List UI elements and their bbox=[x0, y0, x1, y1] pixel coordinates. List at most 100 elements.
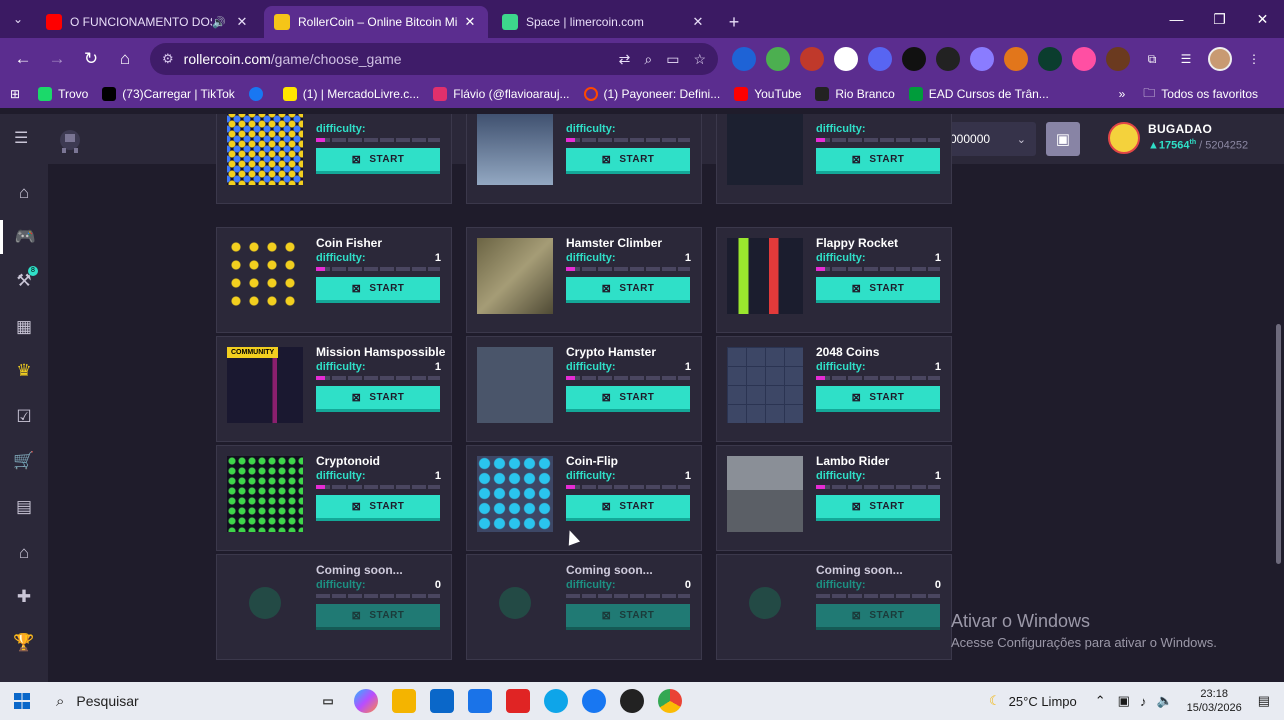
rollercoin-logo[interactable] bbox=[56, 124, 84, 154]
bookmark-item[interactable]: (73)Carregar | TikTok bbox=[102, 87, 235, 101]
mic-icon[interactable]: ♪ bbox=[1140, 694, 1147, 709]
chart-extension-icon[interactable] bbox=[766, 47, 790, 71]
puzzle-extensions-icon[interactable]: ⧉ bbox=[1140, 47, 1164, 71]
restore-button[interactable]: ❐ bbox=[1198, 0, 1241, 38]
bookmark-item[interactable]: EAD Cursos de Trân... bbox=[908, 87, 1049, 101]
game-thumbnail[interactable] bbox=[227, 238, 303, 314]
taskbar-search[interactable]: ⌕ Pesquisar bbox=[44, 686, 294, 716]
start-button[interactable]: ⊠ START bbox=[566, 495, 690, 521]
trophy-icon[interactable]: 🏆 bbox=[0, 626, 48, 660]
crown-icon[interactable]: ♛ bbox=[0, 354, 48, 388]
close-window-button[interactable]: ✕ bbox=[1241, 0, 1284, 38]
reading-list-icon[interactable]: ☰ bbox=[1174, 47, 1198, 71]
site-info-icon[interactable]: ⚙ bbox=[162, 51, 174, 67]
store-icon[interactable] bbox=[430, 689, 454, 713]
bookmark-item[interactable]: Flávio (@flavioarauj... bbox=[433, 87, 570, 101]
a-extension-icon[interactable] bbox=[902, 47, 926, 71]
bookmark-item[interactable]: (1) | MercadoLivre.c... bbox=[282, 87, 419, 101]
gamepad-icon[interactable]: 🎮 bbox=[0, 220, 48, 254]
close-tab-icon[interactable]: ✕ bbox=[462, 14, 478, 30]
game-thumbnail[interactable] bbox=[477, 565, 553, 641]
start-button[interactable]: ⊠ START bbox=[566, 277, 690, 303]
metamask-extension-icon[interactable] bbox=[800, 47, 824, 71]
close-tab-icon[interactable]: ✕ bbox=[234, 14, 250, 30]
storage-icon[interactable]: ▤ bbox=[0, 490, 48, 524]
menu-dots-icon[interactable]: ⋮ bbox=[1242, 47, 1266, 71]
game-thumbnail[interactable] bbox=[477, 456, 553, 532]
game-thumbnail[interactable] bbox=[477, 114, 553, 185]
translate-icon[interactable]: ⇄ bbox=[619, 51, 631, 68]
bookmark-item[interactable]: Trovo bbox=[38, 87, 88, 101]
forward-button[interactable]: → bbox=[40, 42, 74, 76]
start-button[interactable]: ⊠ START bbox=[816, 604, 940, 630]
tab-limercoin[interactable]: Space | limercoin.com ✕ bbox=[492, 6, 716, 38]
new-tab-button[interactable]: + bbox=[720, 6, 748, 38]
bookmark-item[interactable]: YouTube bbox=[734, 87, 801, 101]
shield-extension-icon[interactable] bbox=[732, 47, 756, 71]
bank-icon[interactable]: ⌂ bbox=[0, 536, 48, 570]
tab-video[interactable]: O FUNCIONAMENTO DOS T 🔊 ✕ bbox=[36, 6, 260, 38]
edge-icon[interactable] bbox=[544, 689, 568, 713]
back-button[interactable]: ← bbox=[6, 42, 40, 76]
bookmark-item[interactable] bbox=[248, 87, 269, 101]
miner-icon[interactable]: ⚒ 8 bbox=[0, 264, 48, 298]
game-thumbnail[interactable] bbox=[227, 456, 303, 532]
start-button[interactable]: ⊠ START bbox=[566, 148, 690, 174]
game-thumbnail[interactable] bbox=[727, 456, 803, 532]
username[interactable]: BUGADAO bbox=[1148, 122, 1212, 136]
weather-text[interactable]: 25°C Limpo bbox=[1009, 694, 1077, 709]
zoom-icon[interactable]: ⌕ bbox=[644, 51, 652, 68]
start-button[interactable] bbox=[0, 682, 44, 720]
diamond-extension-icon[interactable] bbox=[868, 47, 892, 71]
all-bookmarks-folder[interactable]: 🗀 Todos os favoritos bbox=[1143, 84, 1258, 105]
game-thumbnail[interactable] bbox=[227, 565, 303, 641]
game-thumbnail[interactable] bbox=[227, 114, 303, 185]
network-icon[interactable]: ▣ bbox=[1118, 693, 1130, 709]
photo-extension-icon[interactable] bbox=[1072, 47, 1096, 71]
user-avatar[interactable] bbox=[1108, 122, 1140, 154]
start-button[interactable]: ⊠ START bbox=[816, 277, 940, 303]
game-thumbnail[interactable] bbox=[477, 238, 553, 314]
bookmark-star-icon[interactable]: ☆ bbox=[693, 51, 706, 68]
game-thumbnail[interactable]: COMMUNITY bbox=[227, 347, 303, 423]
collapse-menu-icon[interactable]: ☰ bbox=[14, 128, 28, 148]
more-bookmarks-icon[interactable]: » bbox=[1119, 87, 1126, 101]
face-extension-icon[interactable] bbox=[834, 47, 858, 71]
tasks-icon[interactable]: ☑ bbox=[0, 400, 48, 434]
start-button[interactable]: ⊠ START bbox=[316, 604, 440, 630]
fox-extension-icon[interactable] bbox=[1004, 47, 1028, 71]
cloud-extension-icon[interactable] bbox=[970, 47, 994, 71]
outlook-icon[interactable] bbox=[468, 689, 492, 713]
copilot-icon[interactable] bbox=[354, 689, 378, 713]
reload-button[interactable]: ↻ bbox=[74, 42, 108, 76]
facebook-icon[interactable] bbox=[582, 689, 606, 713]
profile-avatar[interactable] bbox=[1208, 47, 1232, 71]
chevron-up-icon[interactable]: ⌃ bbox=[1095, 693, 1106, 709]
address-bar[interactable]: ⚙ rollercoin.com/game/choose_game ⇄ ⌕ ▭ … bbox=[150, 43, 718, 75]
gift-icon[interactable]: ✚ bbox=[0, 580, 48, 614]
wallet-button[interactable]: ▣ bbox=[1046, 122, 1080, 156]
file-explorer-icon[interactable] bbox=[392, 689, 416, 713]
start-button[interactable]: ⊠ START bbox=[316, 277, 440, 303]
page-scrollbar[interactable] bbox=[1276, 324, 1281, 564]
cart-icon[interactable]: 🛒 bbox=[0, 444, 48, 478]
terminal-extension-icon[interactable] bbox=[1038, 47, 1062, 71]
bookmark-item[interactable]: Rio Branco bbox=[815, 87, 895, 101]
game-thumbnail[interactable] bbox=[727, 565, 803, 641]
stack-extension-icon[interactable] bbox=[936, 47, 960, 71]
start-button[interactable]: ⊠ START bbox=[316, 386, 440, 412]
tab-search-icon[interactable]: ⌄ bbox=[0, 0, 36, 38]
home-icon[interactable]: ⌂ bbox=[0, 176, 48, 210]
start-button[interactable]: ⊠ START bbox=[316, 495, 440, 521]
task-view-icon[interactable]: ▭ bbox=[316, 689, 340, 713]
bookmark-item[interactable]: (1) Payoneer: Defini... bbox=[583, 87, 720, 101]
game-thumbnail[interactable] bbox=[727, 238, 803, 314]
clock[interactable]: 23:18 15/03/2026 bbox=[1187, 687, 1242, 715]
chrome-icon[interactable] bbox=[658, 689, 682, 713]
hc-extension-icon[interactable] bbox=[1106, 47, 1130, 71]
game-thumbnail[interactable] bbox=[727, 114, 803, 185]
minimize-button[interactable]: — bbox=[1155, 0, 1198, 38]
start-button[interactable]: ⊠ START bbox=[566, 386, 690, 412]
game-thumbnail[interactable] bbox=[727, 347, 803, 423]
tab-rollercoin[interactable]: RollerCoin – Online Bitcoin Mi ✕ bbox=[264, 6, 488, 38]
